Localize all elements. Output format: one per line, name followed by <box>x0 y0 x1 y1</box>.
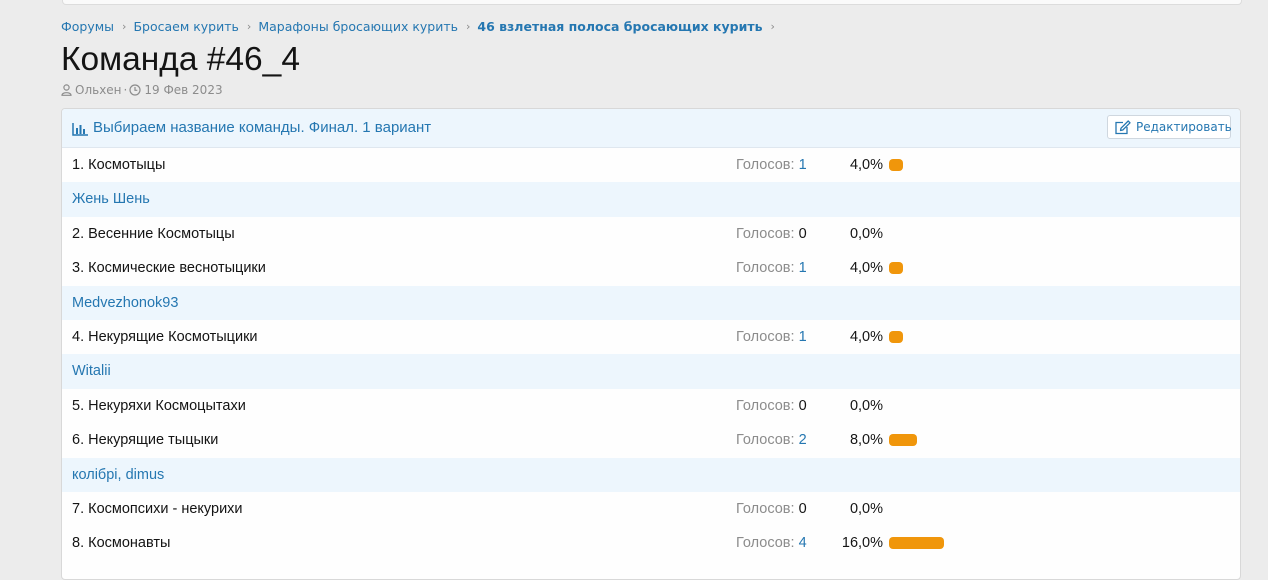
option-label: 8. Космонавты <box>72 535 171 552</box>
thread-meta: Ольхен · 19 Фев 2023 <box>61 82 223 98</box>
vote-percent: 4,0% <box>849 328 883 345</box>
voters-list[interactable]: Жень Шень <box>72 182 150 216</box>
thread-date[interactable]: 19 Фев 2023 <box>144 83 222 97</box>
votes-label: Голосов: <box>736 397 795 414</box>
author-link[interactable]: Ольхен <box>75 83 122 97</box>
breadcrumb-runway-46[interactable]: 46 взлетная полоса бросающих курить <box>477 19 762 34</box>
chevron-right-icon: › <box>246 19 252 33</box>
vote-bar <box>889 262 903 275</box>
option-label: 3. Космические веснотыцики <box>72 260 266 277</box>
breadcrumb-marathons[interactable]: Марафоны бросающих курить <box>258 19 458 34</box>
poll-block: Выбираем название команды. Финал. 1 вари… <box>61 108 1241 580</box>
vote-bar <box>889 330 903 343</box>
votes-label: Голосов: <box>736 225 795 242</box>
vote-bar <box>889 159 903 171</box>
vote-count-group: Голосов: 1 <box>736 148 807 182</box>
voters-row: Medvezhonok93 <box>62 285 1240 320</box>
edit-icon <box>1114 119 1136 135</box>
vote-count-group: Голосов: 1 <box>736 251 807 285</box>
poll-option-row: 2. Весенние Космотыцы Голосов: 0 0,0% <box>62 217 1240 251</box>
chevron-right-icon: › <box>770 19 775 33</box>
top-content-edge <box>62 0 1242 5</box>
poll-option-row: 4. Некурящие Космотыцики Голосов: 1 4,0% <box>62 320 1240 354</box>
vote-count: 0 <box>798 397 807 414</box>
bar-chart-icon <box>72 121 88 140</box>
vote-percent: 0,0% <box>849 500 883 517</box>
vote-percent: 0,0% <box>849 397 883 414</box>
option-label: 5. Некуряхи Космоцытахи <box>72 397 246 414</box>
poll-title: Выбираем название команды. Финал. 1 вари… <box>93 119 432 136</box>
votes-label: Голосов: <box>736 500 795 517</box>
vote-percent: 0,0% <box>849 225 883 242</box>
votes-label: Голосов: <box>736 535 795 552</box>
poll-header: Выбираем название команды. Финал. 1 вари… <box>62 109 1240 148</box>
edit-poll-button[interactable]: Редактировать <box>1107 115 1232 139</box>
vote-percent: 16,0% <box>841 535 883 552</box>
voters-list[interactable]: колібрі, dimus <box>72 458 164 492</box>
vote-count-group: Голосов: 2 <box>736 423 807 457</box>
poll-results: 1. Космотыцы Голосов: 1 4,0% Жень Шень 2. Ве… <box>62 148 1240 561</box>
vote-count: 0 <box>798 225 807 242</box>
breadcrumb-quit-smoking[interactable]: Бросаем курить <box>133 19 238 34</box>
chevron-right-icon: › <box>122 19 127 33</box>
option-label: 7. Космопсихи - некурихи <box>72 500 243 517</box>
option-label: 6. Некурящие тыцыки <box>72 432 219 449</box>
meta-separator: · <box>123 83 128 97</box>
vote-count[interactable]: 2 <box>799 432 807 448</box>
vote-bar <box>889 434 917 447</box>
option-label: 2. Весенние Космотыцы <box>72 225 235 242</box>
poll-option-row: 7. Космопсихи - некурихи Голосов: 0 0,0% <box>62 492 1240 526</box>
vote-count: 0 <box>798 500 807 517</box>
edit-poll-label: Редактировать <box>1136 120 1232 134</box>
option-label: 1. Космотыцы <box>72 157 166 173</box>
poll-option-row: 8. Космонавты Голосов: 4 16,0% <box>62 526 1240 560</box>
chevron-right-icon: › <box>465 19 471 33</box>
vote-percent: 4,0% <box>849 260 883 277</box>
voters-row: Witalii <box>62 354 1240 389</box>
voters-list[interactable]: Witalii <box>72 354 111 388</box>
vote-bar <box>889 537 944 550</box>
vote-count-group: Голосов: 0 <box>736 492 807 526</box>
user-icon <box>61 84 72 96</box>
vote-count-group: Голосов: 0 <box>736 389 807 423</box>
poll-option-row: 6. Некурящие тыцыки Голосов: 2 8,0% <box>62 423 1240 457</box>
vote-count[interactable]: 4 <box>799 535 807 551</box>
breadcrumb: Форумы › Бросаем курить › Марафоны броса… <box>61 17 782 35</box>
vote-count[interactable]: 1 <box>799 329 807 345</box>
voters-row: Жень Шень <box>62 182 1240 217</box>
vote-count-group: Голосов: 1 <box>736 320 807 354</box>
option-label: 4. Некурящие Космотыцики <box>72 328 258 345</box>
vote-count[interactable]: 1 <box>799 260 807 276</box>
vote-percent: 4,0% <box>849 157 883 173</box>
votes-label: Голосов: <box>736 328 795 345</box>
poll-option-row: 3. Космические веснотыцики Голосов: 1 4,0% <box>62 251 1240 285</box>
voters-row: колібрі, dimus <box>62 457 1240 492</box>
votes-label: Голосов: <box>736 157 795 173</box>
votes-label: Голосов: <box>736 432 795 449</box>
clock-icon <box>129 84 141 96</box>
vote-count[interactable]: 1 <box>799 157 807 173</box>
vote-percent: 8,0% <box>849 432 883 449</box>
poll-option-row: 5. Некуряхи Космоцытахи Голосов: 0 0,0% <box>62 389 1240 423</box>
voters-list[interactable]: Medvezhonok93 <box>72 286 178 320</box>
votes-label: Голосов: <box>736 260 795 277</box>
poll-option-row: 1. Космотыцы Голосов: 1 4,0% <box>62 148 1240 182</box>
page-title: Команда #46_4 <box>61 41 300 78</box>
vote-count-group: Голосов: 4 <box>736 526 807 560</box>
breadcrumb-forums[interactable]: Форумы <box>61 19 114 34</box>
vote-count-group: Голосов: 0 <box>736 217 807 251</box>
